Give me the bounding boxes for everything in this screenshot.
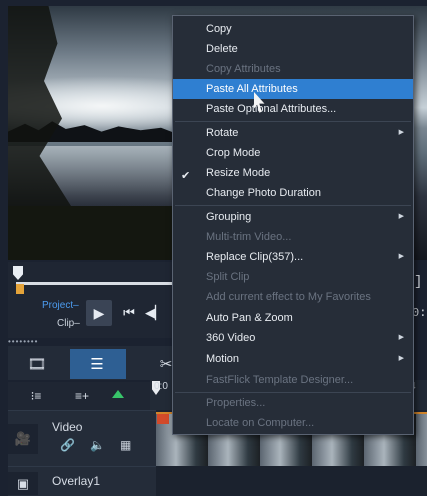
- menu-item-label: Crop Mode: [206, 147, 261, 159]
- track-manager-icon[interactable]: ⁝≡: [26, 386, 46, 406]
- menu-item-label: Paste Optional Attributes...: [206, 103, 337, 115]
- overlay-track-icon[interactable]: ▣: [8, 472, 38, 495]
- menu-item-rotate[interactable]: Rotate ▶: [173, 123, 413, 143]
- storyboard-view-icon[interactable]: 🎞: [24, 352, 50, 376]
- project-mode-label[interactable]: Project–: [42, 300, 79, 311]
- play-button[interactable]: ▶: [86, 300, 112, 326]
- menu-item-label: Replace Clip(357)...: [206, 251, 304, 263]
- menu-item-label: Split Clip: [206, 271, 250, 283]
- grip-dots-icon[interactable]: ••••••••: [8, 338, 68, 346]
- menu-item-label: Delete: [206, 43, 238, 55]
- menu-item-add-effect-to-favorites: Add current effect to My Favorites: [173, 287, 413, 307]
- menu-item-360-video[interactable]: 360 Video ▶: [173, 328, 413, 348]
- menu-item-label: Locate on Computer...: [206, 417, 315, 429]
- scrubber-track[interactable]: [16, 282, 174, 285]
- menu-item-grouping[interactable]: Grouping ▶: [173, 207, 413, 227]
- menu-item-label: Rotate: [206, 127, 239, 139]
- menu-item-label: FastFlick Template Designer...: [206, 374, 354, 386]
- volume-icon[interactable]: 🔈: [90, 438, 105, 452]
- menu-item-label: Change Photo Duration: [206, 187, 321, 199]
- overlay-track-lane[interactable]: [156, 466, 427, 495]
- skip-back-icon: ⏮: [123, 305, 135, 320]
- menu-item-replace-clip[interactable]: Replace Clip(357)... ▶: [173, 247, 413, 267]
- menu-item-auto-pan-zoom[interactable]: Auto Pan & Zoom: [173, 308, 413, 328]
- menu-item-multi-trim-video: Multi-trim Video...: [173, 227, 413, 247]
- menu-item-label: Auto Pan & Zoom: [206, 312, 293, 324]
- menu-item-crop-mode[interactable]: Crop Mode: [173, 143, 413, 163]
- context-menu: Copy Delete Copy Attributes Paste All At…: [172, 15, 414, 435]
- menu-item-label: 360 Video: [206, 332, 256, 344]
- submenu-arrow-icon: ▶: [398, 355, 404, 362]
- previous-frame-button[interactable]: ◀▏: [145, 304, 165, 322]
- add-track-icon[interactable]: ≡+: [72, 386, 92, 406]
- video-track-icon[interactable]: 🎥: [8, 424, 38, 454]
- menu-item-label: Properties...: [206, 397, 266, 409]
- clip-mode-label[interactable]: Clip–: [57, 318, 80, 329]
- timeline-view-icon: ☰: [90, 356, 104, 373]
- timecode-fragment: 0:0: [412, 306, 427, 320]
- menu-item-motion[interactable]: Motion ▶: [173, 349, 413, 369]
- ruler-label-start: 0:0: [154, 381, 168, 392]
- link-icon[interactable]: 🔗: [60, 438, 75, 452]
- menu-item-split-clip: Split Clip: [173, 267, 413, 287]
- menu-item-label: Copy: [206, 23, 232, 35]
- grid-icon[interactable]: ▦: [120, 438, 131, 452]
- go-to-start-button[interactable]: ⏮: [120, 304, 138, 322]
- menu-item-paste-all-attributes[interactable]: Paste All Attributes: [173, 79, 413, 99]
- video-track-name: Video: [52, 420, 83, 434]
- menu-item-label: Motion: [206, 353, 240, 365]
- menu-item-label: Grouping: [206, 211, 252, 223]
- menu-item-delete[interactable]: Delete: [173, 39, 413, 59]
- menu-item-label: Add current effect to My Favorites: [206, 291, 371, 303]
- submenu-arrow-icon: ▶: [398, 213, 404, 220]
- menu-separator: [175, 205, 411, 206]
- menu-item-resize-mode[interactable]: ✔ Resize Mode: [173, 163, 413, 183]
- menu-item-change-photo-duration[interactable]: Change Photo Duration: [173, 183, 413, 203]
- trim-marker[interactable]: [16, 284, 24, 294]
- menu-item-fastflick-template-designer: FastFlick Template Designer...: [173, 370, 413, 390]
- step-back-icon: ◀▏: [145, 305, 165, 320]
- submenu-arrow-icon: ▶: [398, 334, 404, 341]
- menu-item-copy[interactable]: Copy: [173, 19, 413, 39]
- menu-separator: [175, 121, 411, 122]
- menu-item-label: Paste All Attributes: [206, 83, 298, 95]
- menu-item-properties: Properties...: [173, 393, 413, 413]
- menu-item-locate-on-computer: Locate on Computer...: [173, 413, 413, 433]
- menu-item-label: Resize Mode: [206, 167, 271, 179]
- scrubber-area: [8, 262, 172, 294]
- overlay-track-name: Overlay1: [52, 474, 101, 488]
- right-bracket-icon: ]: [414, 274, 423, 290]
- menu-item-label: Copy Attributes: [206, 63, 281, 75]
- upload-arrow-icon[interactable]: [112, 390, 124, 398]
- submenu-arrow-icon: ▶: [398, 129, 404, 136]
- submenu-arrow-icon: ▶: [398, 253, 404, 260]
- menu-item-label: Multi-trim Video...: [206, 231, 292, 243]
- play-icon: ▶: [93, 304, 105, 321]
- menu-item-copy-attributes: Copy Attributes: [173, 59, 413, 79]
- clip-fx-badge: [157, 414, 169, 424]
- menu-item-paste-optional-attributes[interactable]: Paste Optional Attributes...: [173, 99, 413, 119]
